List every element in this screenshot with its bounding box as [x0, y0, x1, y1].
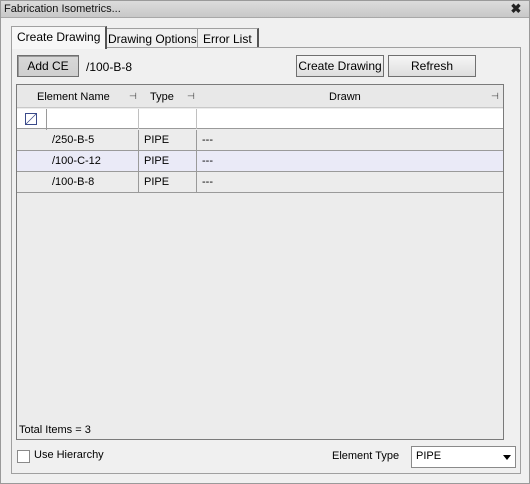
- table-row[interactable]: /250-B-5 PIPE ---: [17, 130, 503, 151]
- table-row[interactable]: /100-C-12 PIPE ---: [17, 151, 503, 172]
- filter-cell-name[interactable]: [47, 109, 139, 129]
- pin-icon[interactable]: ⊣: [187, 91, 197, 101]
- filter-row[interactable]: [17, 109, 503, 129]
- cell-element-name: /250-B-5: [47, 130, 139, 150]
- elements-grid[interactable]: Element Name ⊣ Type ⊣ Drawn ⊣ /250-B-5 P…: [16, 84, 504, 440]
- window-title: Fabrication Isometrics...: [4, 3, 121, 15]
- column-header-element-name[interactable]: Element Name: [37, 91, 110, 103]
- grid-header: Element Name ⊣ Type ⊣ Drawn ⊣: [17, 85, 503, 108]
- cell-type: PIPE: [139, 151, 197, 171]
- create-drawing-button[interactable]: Create Drawing: [296, 55, 384, 77]
- fabrication-isometrics-window: Fabrication Isometrics... ✖ Create Drawi…: [0, 0, 530, 484]
- cell-type: PIPE: [139, 172, 197, 192]
- current-element-label: /100-B-8: [86, 60, 133, 74]
- chevron-down-icon[interactable]: [503, 455, 511, 460]
- filter-cell-type[interactable]: [139, 109, 197, 129]
- tab-error-list[interactable]: Error List: [197, 28, 259, 48]
- cell-drawn: ---: [202, 176, 213, 188]
- element-type-value: PIPE: [416, 450, 442, 462]
- cell-element-name: /100-B-8: [47, 172, 139, 192]
- column-header-type[interactable]: Type: [150, 91, 174, 103]
- tab-drawing-options[interactable]: Drawing Options: [102, 28, 204, 48]
- element-type-label: Element Type: [332, 450, 400, 462]
- use-hierarchy-checkbox[interactable]: [17, 450, 30, 463]
- add-ce-button[interactable]: Add CE: [17, 55, 79, 77]
- tab-create-drawing[interactable]: Create Drawing: [11, 26, 108, 49]
- use-hierarchy-label[interactable]: Use Hierarchy: [34, 449, 104, 461]
- close-icon[interactable]: ✖: [509, 2, 523, 16]
- cell-type: PIPE: [139, 130, 197, 150]
- pin-icon[interactable]: ⊣: [129, 91, 139, 101]
- table-row[interactable]: /100-B-8 PIPE ---: [17, 172, 503, 193]
- cell-element-name: /100-C-12: [47, 151, 139, 171]
- refresh-button[interactable]: Refresh: [388, 55, 476, 77]
- title-bar: Fabrication Isometrics... ✖: [1, 1, 529, 18]
- total-items-label: Total Items = 3: [19, 424, 91, 436]
- pin-icon[interactable]: ⊣: [491, 91, 501, 101]
- element-type-select[interactable]: PIPE: [411, 446, 516, 468]
- cell-drawn: ---: [202, 134, 213, 146]
- column-header-drawn[interactable]: Drawn: [329, 91, 361, 103]
- cell-drawn: ---: [202, 155, 213, 167]
